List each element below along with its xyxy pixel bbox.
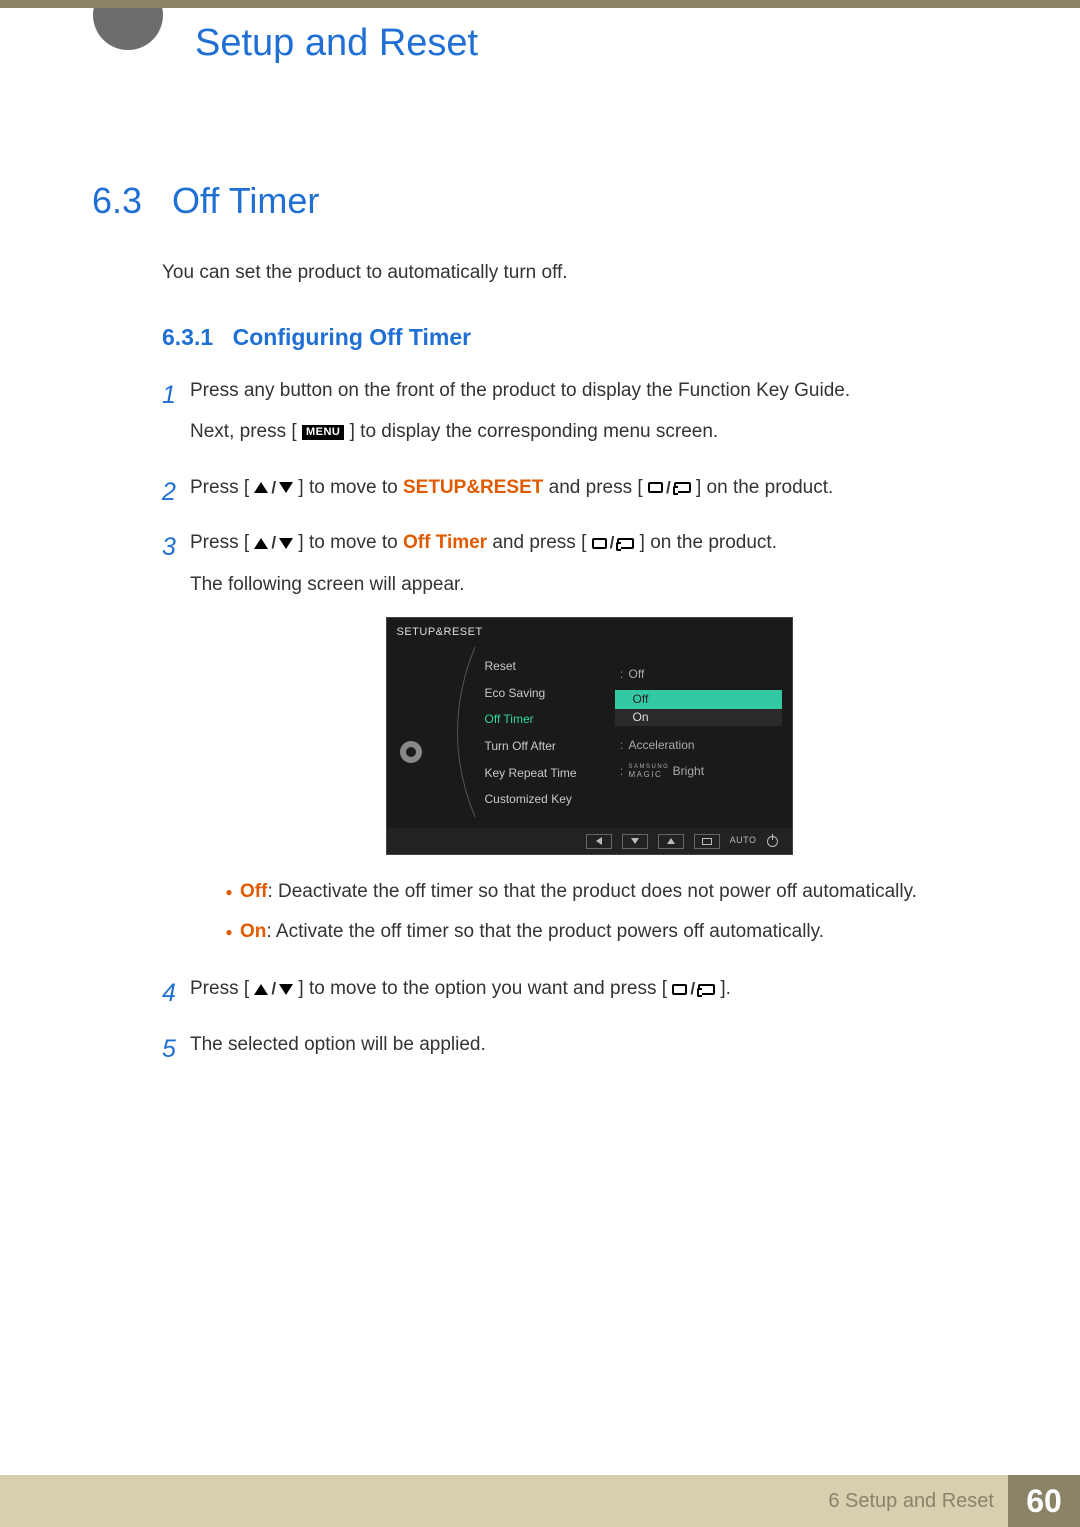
subsection-number: 6.3.1 bbox=[162, 324, 213, 351]
osd-highlight-selected: Off bbox=[615, 690, 782, 709]
osd-item-custom-key: Customized Key bbox=[485, 786, 615, 813]
text-fragment: Next, press [ bbox=[190, 421, 297, 442]
osd-highlight-option: On bbox=[615, 709, 782, 726]
gear-icon bbox=[400, 741, 422, 763]
osd-nav-enter-icon bbox=[694, 834, 720, 849]
text-fragment: Press [ bbox=[190, 978, 249, 999]
text-fragment: ]. bbox=[720, 978, 731, 999]
top-accent-bar bbox=[0, 0, 1080, 8]
chapter-title: Setup and Reset bbox=[195, 22, 478, 65]
osd-menu-labels: Reset Eco Saving Off Timer Turn Off Afte… bbox=[485, 651, 615, 813]
osd-icon-column bbox=[387, 651, 435, 813]
text-fragment: Press [ bbox=[190, 477, 249, 498]
steps-list: 1 Press any button on the front of the p… bbox=[162, 376, 988, 1071]
page-content: 6.3 Off Timer You can set the product to… bbox=[92, 180, 988, 1085]
step-number: 3 bbox=[162, 528, 190, 960]
section-title: Off Timer bbox=[162, 180, 319, 222]
bullet-off-text: : Deactivate the off timer so that the p… bbox=[267, 881, 917, 902]
section-number: 6.3 bbox=[92, 180, 162, 222]
menu-button-icon: MENU bbox=[302, 425, 344, 440]
up-down-arrows-icon: / bbox=[254, 976, 293, 1002]
text-fragment: ] on the product. bbox=[696, 477, 833, 498]
step-5: 5 The selected option will be applied. bbox=[162, 1030, 988, 1071]
osd-nav-down-icon bbox=[622, 834, 648, 849]
bullet-on-label: On bbox=[240, 921, 266, 942]
osd-title: SETUP&RESET bbox=[387, 618, 792, 647]
option-bullets: ● Off: Deactivate the off timer so that … bbox=[218, 877, 988, 946]
osd-auto-label: AUTO bbox=[730, 834, 757, 848]
step-3-line-2: The following screen will appear. bbox=[190, 570, 988, 599]
bullet-off-label: Off bbox=[240, 881, 267, 902]
page-footer: 6 Setup and Reset 60 bbox=[0, 1475, 1080, 1527]
bullet-on-text: : Activate the off timer so that the pro… bbox=[266, 921, 824, 942]
section-heading: 6.3 Off Timer bbox=[92, 180, 988, 222]
chapter-badge bbox=[93, 8, 163, 63]
osd-value-eco: Off bbox=[629, 665, 645, 684]
footer-chapter-label: 6 Setup and Reset bbox=[828, 1490, 994, 1513]
subsection-title: Configuring Off Timer bbox=[233, 324, 472, 350]
step-number: 5 bbox=[162, 1030, 190, 1071]
text-fragment: ] to move to bbox=[298, 477, 403, 498]
osd-menu-values: :Off Off On :Acceleration : SAMSUNGMAGIC… bbox=[615, 651, 792, 813]
osd-arc-divider bbox=[435, 651, 485, 813]
bullet-dot-icon: ● bbox=[218, 917, 240, 946]
source-enter-icon: / bbox=[648, 475, 691, 501]
osd-footer-buttons: AUTO bbox=[387, 828, 792, 854]
text-fragment: ] to display the corresponding menu scre… bbox=[350, 421, 719, 442]
text-fragment: ] on the product. bbox=[640, 532, 777, 553]
footer-page-number: 60 bbox=[1008, 1475, 1080, 1527]
text-fragment: and press [ bbox=[549, 477, 643, 498]
osd-item-eco: Eco Saving bbox=[485, 680, 615, 707]
emphasis-setup-reset: SETUP&RESET bbox=[403, 477, 543, 498]
step-number: 4 bbox=[162, 974, 190, 1015]
step-2: 2 Press [ / ] to move to SETUP&RESET and… bbox=[162, 473, 988, 514]
osd-item-key-repeat: Key Repeat Time bbox=[485, 760, 615, 787]
subsection-heading: 6.3.1 Configuring Off Timer bbox=[162, 324, 988, 351]
osd-item-off-timer: Off Timer bbox=[485, 706, 615, 733]
power-icon bbox=[767, 836, 778, 847]
text-fragment: ] to move to bbox=[298, 532, 403, 553]
up-down-arrows-icon: / bbox=[254, 475, 293, 501]
section-intro: You can set the product to automatically… bbox=[162, 262, 988, 284]
osd-item-turn-off-after: Turn Off After bbox=[485, 733, 615, 760]
osd-item-reset: Reset bbox=[485, 653, 615, 680]
step-number: 1 bbox=[162, 376, 190, 459]
osd-value-custom-key: SAMSUNGMAGIC Bright bbox=[629, 762, 705, 781]
step-5-text: The selected option will be applied. bbox=[190, 1030, 988, 1059]
source-enter-icon: / bbox=[592, 530, 635, 556]
step-4: 4 Press [ / ] to move to the option you … bbox=[162, 974, 988, 1015]
step-3: 3 Press [ / ] to move to Off Timer and p… bbox=[162, 528, 988, 960]
bullet-off: ● Off: Deactivate the off timer so that … bbox=[218, 877, 988, 906]
bullet-dot-icon: ● bbox=[218, 877, 240, 906]
osd-nav-up-icon bbox=[658, 834, 684, 849]
osd-screenshot: SETUP&RESET Reset Eco Saving bbox=[386, 617, 793, 855]
osd-value-key-repeat: Acceleration bbox=[629, 736, 695, 755]
emphasis-off-timer: Off Timer bbox=[403, 532, 487, 553]
step-1: 1 Press any button on the front of the p… bbox=[162, 376, 988, 459]
step-number: 2 bbox=[162, 473, 190, 514]
step-1-line-1: Press any button on the front of the pro… bbox=[190, 376, 988, 405]
text-fragment: and press [ bbox=[492, 532, 586, 553]
bullet-on: ● On: Activate the off timer so that the… bbox=[218, 917, 988, 946]
step-1-line-2: Next, press [ MENU ] to display the corr… bbox=[190, 417, 988, 446]
osd-nav-left-icon bbox=[586, 834, 612, 849]
text-fragment: Press [ bbox=[190, 532, 249, 553]
source-enter-icon: / bbox=[672, 976, 715, 1002]
up-down-arrows-icon: / bbox=[254, 530, 293, 556]
text-fragment: ] to move to the option you want and pre… bbox=[298, 978, 667, 999]
